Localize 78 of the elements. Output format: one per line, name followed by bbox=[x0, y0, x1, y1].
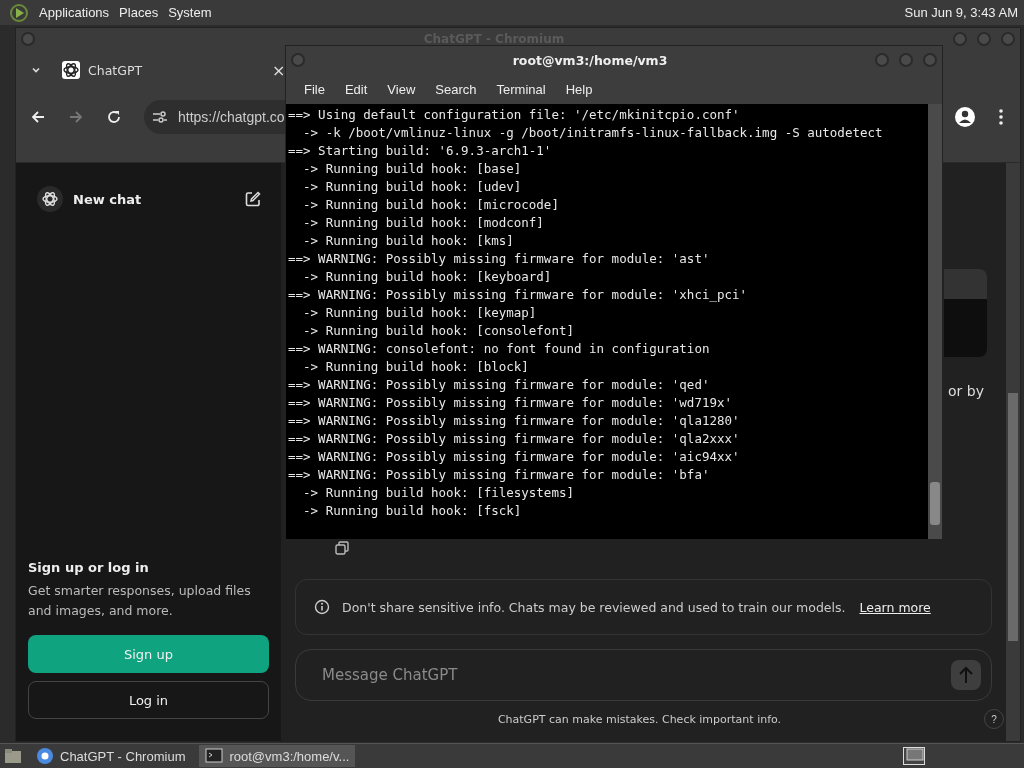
arrow-up-icon bbox=[958, 666, 974, 684]
terminal-line: ==> WARNING: Possibly missing firmware for module: 'qla1280' bbox=[288, 412, 741, 430]
workspace-icon[interactable] bbox=[903, 747, 925, 765]
terminal-line: ==> WARNING: Possibly missing firmware for module: 'xhci_pci' bbox=[288, 286, 749, 304]
edit-icon[interactable] bbox=[245, 191, 261, 207]
terminal-line: -> Running build hook: [microcode] bbox=[302, 196, 560, 214]
signup-heading: Sign up or log in bbox=[28, 560, 150, 575]
disclaimer-text: ChatGPT can make mistakes. Check important info. bbox=[496, 712, 783, 726]
terminal-line: ==> WARNING: Possibly missing firmware for module: 'bfa' bbox=[288, 466, 711, 484]
menu-item[interactable]: Help bbox=[555, 81, 603, 97]
taskbar-button[interactable]: root@vm3:/home/v... bbox=[199, 745, 356, 767]
folder-icon[interactable] bbox=[4, 748, 22, 764]
panel-menu[interactable]: System bbox=[168, 5, 212, 20]
window-button[interactable] bbox=[1000, 31, 1016, 47]
terminal-line: -> Running build hook: [consolefont] bbox=[302, 322, 575, 340]
window-button[interactable] bbox=[874, 52, 890, 68]
scrollbar[interactable] bbox=[928, 104, 942, 539]
terminal-line: -> Running build hook: [kms] bbox=[302, 232, 515, 250]
start-icon[interactable] bbox=[9, 2, 29, 23]
logo-icon bbox=[62, 61, 80, 79]
terminal-line: -> Running build hook: [block] bbox=[302, 358, 530, 376]
terminal-line: ==> WARNING: Possibly missing firmware for module: 'wd719x' bbox=[288, 394, 733, 412]
browser-tab[interactable]: ChatGPT bbox=[62, 61, 252, 79]
terminal-line: ==> WARNING: Possibly missing firmware for module: 'ast' bbox=[288, 250, 711, 268]
window-button[interactable] bbox=[952, 31, 968, 47]
terminal-icon bbox=[205, 747, 224, 765]
window-button[interactable] bbox=[20, 31, 36, 47]
terminal-line: ==> WARNING: Possibly missing firmware for module: 'aic94xx' bbox=[288, 448, 741, 466]
terminal-line: ==> Using default configuration file: '/etc/mkinitcpio.conf' bbox=[288, 106, 741, 124]
panel-menu[interactable]: Applications bbox=[39, 5, 110, 20]
new-chat-link[interactable]: New chat bbox=[73, 191, 236, 207]
terminal-line: -> Running build hook: [fsck] bbox=[302, 502, 523, 520]
site-settings-icon[interactable] bbox=[152, 110, 168, 124]
terminal-line: ==> WARNING: consolefont: no font found in configuration bbox=[288, 340, 711, 358]
address-bar[interactable]: https://chatgpt.co bbox=[144, 100, 285, 134]
reload-icon[interactable] bbox=[106, 109, 122, 125]
notice-text: Don't share sensitive info. Chats may be reviewed and used to train our models. bbox=[342, 599, 846, 615]
login-button[interactable]: Log in bbox=[28, 681, 269, 719]
learn-more-link[interactable]: Learn more bbox=[859, 599, 931, 615]
message-field[interactable]: Message ChatGPT bbox=[295, 649, 992, 701]
terminal-line: -> Running build hook: [udev] bbox=[302, 178, 523, 196]
info-icon bbox=[314, 599, 330, 615]
terminal-line: -> Running build hook: [base] bbox=[302, 160, 523, 178]
panel-menu[interactable]: Places bbox=[119, 5, 159, 20]
suggestion-card[interactable] bbox=[944, 269, 987, 357]
copy-icon[interactable] bbox=[335, 541, 349, 555]
menu-item[interactable]: Terminal bbox=[486, 81, 556, 97]
window-button[interactable] bbox=[922, 52, 938, 68]
window-title: root@vm3:/home/vm3 bbox=[511, 52, 669, 68]
terminal-line: -> Running build hook: [keyboard] bbox=[302, 268, 553, 286]
menu-item[interactable]: Search bbox=[425, 81, 487, 97]
partial-text: or by bbox=[948, 383, 984, 399]
close-icon[interactable]: × bbox=[272, 60, 286, 80]
forward-icon[interactable] bbox=[68, 109, 84, 125]
menu-icon[interactable] bbox=[998, 108, 1004, 126]
message-input[interactable]: Message ChatGPT bbox=[320, 665, 951, 685]
window-button[interactable] bbox=[976, 31, 992, 47]
terminal-line: ==> WARNING: Possibly missing firmware for module: 'qed' bbox=[288, 376, 711, 394]
terminal-line: -> Running build hook: [filesystems] bbox=[302, 484, 575, 502]
terminal-line: -> -k /boot/vmlinuz-linux -g /boot/initramfs-linux-fallback.img -S autodetect bbox=[302, 124, 884, 142]
terminal-line: -> Running build hook: [keymap] bbox=[302, 304, 538, 322]
terminal-line: -> Running build hook: [modconf] bbox=[302, 214, 545, 232]
back-icon[interactable] bbox=[30, 109, 46, 125]
terminal-line: ==> WARNING: Possibly missing firmware for module: 'qla2xxx' bbox=[288, 430, 741, 448]
window-button[interactable] bbox=[898, 52, 914, 68]
terminal-line: ==> Starting build: '6.9.3-arch1-1' bbox=[288, 142, 553, 160]
menu-item[interactable]: File bbox=[294, 81, 335, 97]
signup-text: Get smarter responses, upload files and images, and more. bbox=[28, 582, 252, 620]
send-button[interactable] bbox=[951, 660, 981, 690]
menu-item[interactable]: View bbox=[377, 81, 426, 97]
profile-icon[interactable] bbox=[954, 106, 976, 128]
window-button[interactable] bbox=[290, 52, 306, 68]
help-button[interactable]: ? bbox=[984, 709, 1004, 729]
menu-item[interactable]: Edit bbox=[334, 81, 378, 97]
browser-icon bbox=[36, 747, 54, 765]
logo-icon[interactable] bbox=[36, 185, 64, 213]
taskbar-button[interactable]: ChatGPT - Chromium bbox=[30, 745, 192, 767]
clock[interactable]: Sun Jun 9, 3:43 AM bbox=[904, 5, 1018, 20]
